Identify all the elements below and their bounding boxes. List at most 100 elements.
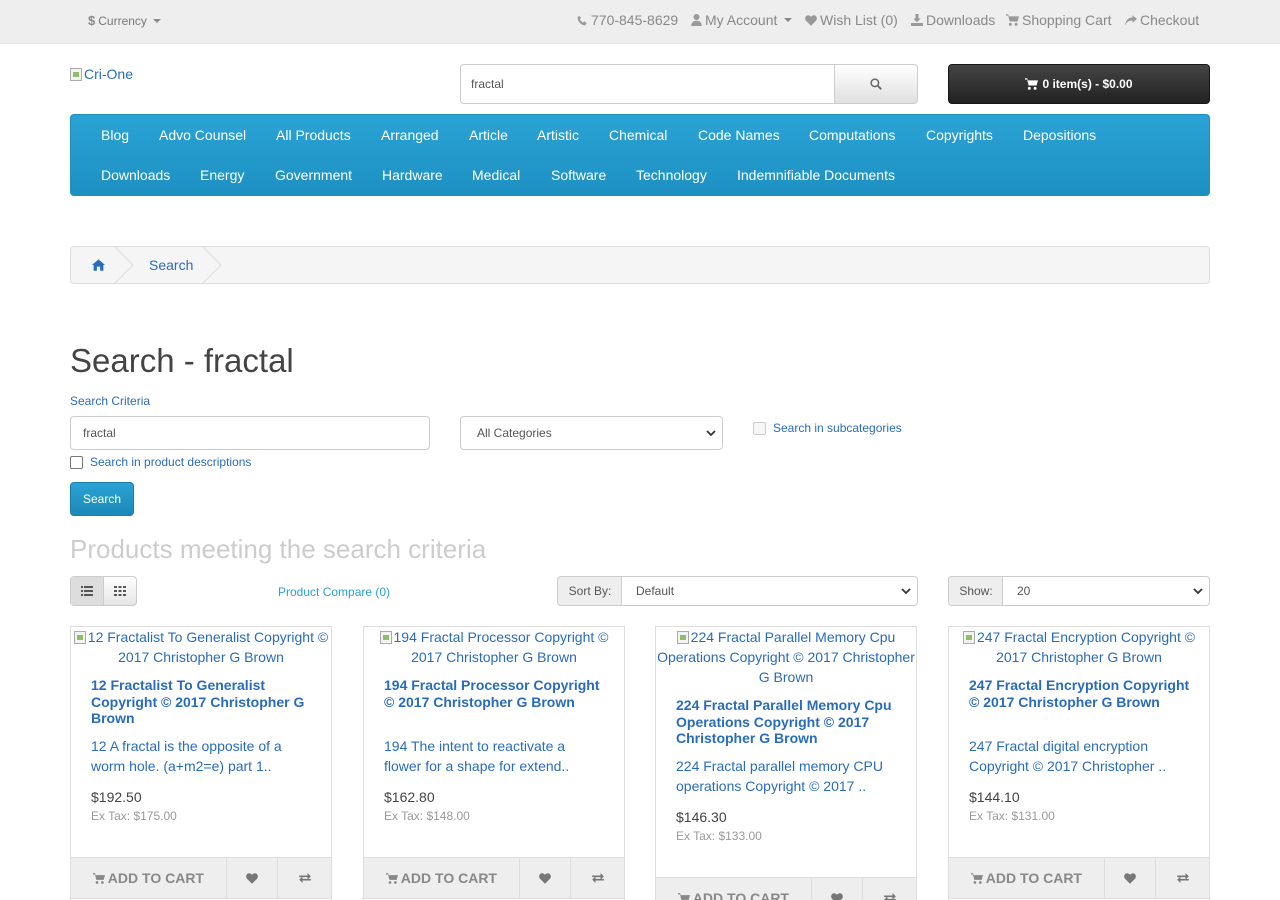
add-to-wishlist-button[interactable] xyxy=(1105,858,1157,898)
cart-icon xyxy=(677,892,690,900)
product-ex-tax: Ex Tax: $131.00 xyxy=(969,809,1055,823)
product-name-link[interactable]: 224 Fractal Parallel Memory Cpu Operatio… xyxy=(676,697,898,747)
product-card: 194 Fractal Processor Copyright © 2017 C… xyxy=(363,626,625,900)
search-criteria-input[interactable] xyxy=(70,416,430,450)
show-select[interactable]: 20 xyxy=(1002,576,1210,606)
menu-item-computations[interactable]: Computations xyxy=(809,127,895,143)
product-card: 247 Fractal Encryption Copyright © 2017 … xyxy=(948,626,1210,900)
exchange-icon xyxy=(1176,873,1189,883)
product-name-link[interactable]: 247 Fractal Encryption Copyright © 2017 … xyxy=(969,677,1191,710)
search-icon xyxy=(870,78,882,90)
menu-item-advo-counsel[interactable]: Advo Counsel xyxy=(159,127,246,143)
broken-image-icon xyxy=(379,631,392,644)
menu-item-artistic[interactable]: Artistic xyxy=(537,127,579,143)
menu-item-article[interactable]: Article xyxy=(469,127,508,143)
cart-summary-button[interactable]: 0 item(s) - $0.00 xyxy=(948,64,1210,104)
product-image-alt: 194 Fractal Processor Copyright © 2017 C… xyxy=(393,629,609,665)
product-image[interactable]: 224 Fractal Parallel Memory Cpu Operatio… xyxy=(656,627,916,687)
phone-link[interactable]: 770-845-8629 xyxy=(577,12,678,28)
add-to-cart-button[interactable]: ADD TO CART xyxy=(949,858,1105,898)
product-ex-tax: Ex Tax: $133.00 xyxy=(676,829,762,843)
cart-icon xyxy=(1025,78,1039,90)
sort-select[interactable]: Default xyxy=(621,576,918,606)
cart-icon xyxy=(385,872,398,884)
product-image-alt: 12 Fractalist To Generalist Copyright © … xyxy=(87,629,329,665)
breadcrumb-search[interactable]: Search xyxy=(149,257,193,273)
logo[interactable]: Cri-One xyxy=(70,66,133,82)
phone-number: 770-845-8629 xyxy=(591,12,679,28)
shopping-cart-link[interactable]: Shopping Cart xyxy=(1006,12,1112,28)
product-price: $162.80 xyxy=(384,789,435,805)
menu-item-depositions[interactable]: Depositions xyxy=(1023,127,1096,143)
header-search-input[interactable] xyxy=(460,64,836,104)
download-icon xyxy=(911,14,923,26)
product-name-link[interactable]: 194 Fractal Processor Copyright © 2017 C… xyxy=(384,677,606,710)
list-icon xyxy=(81,586,93,596)
dollar-icon: $ xyxy=(88,13,96,28)
search-descriptions-checkbox[interactable]: Search in product descriptions xyxy=(70,455,251,469)
checkbox[interactable] xyxy=(70,455,83,469)
search-subcategories-checkbox[interactable]: Search in subcategories xyxy=(753,421,902,435)
search-descriptions-label: Search in product descriptions xyxy=(90,455,252,469)
downloads-link[interactable]: Downloads xyxy=(911,12,995,28)
chevron-down-icon xyxy=(1193,588,1203,595)
list-view-button[interactable] xyxy=(71,577,104,605)
menu-item-hardware[interactable]: Hardware xyxy=(382,167,443,183)
home-icon[interactable] xyxy=(92,259,105,271)
add-to-cart-button[interactable]: ADD TO CART xyxy=(71,858,227,898)
product-actions: ADD TO CART xyxy=(70,857,332,899)
cart-summary-label: 0 item(s) - $0.00 xyxy=(1042,77,1133,91)
menu-item-government[interactable]: Government xyxy=(275,167,352,183)
add-to-wishlist-button[interactable] xyxy=(812,878,864,900)
grid-view-button[interactable] xyxy=(104,577,136,605)
user-icon xyxy=(691,14,702,26)
search-submit-button[interactable]: Search xyxy=(70,482,134,516)
menu-item-code-names[interactable]: Code Names xyxy=(698,127,780,143)
menu-item-downloads[interactable]: Downloads xyxy=(101,167,170,183)
product-description: 194 The intent to reactivate a flower fo… xyxy=(384,738,570,774)
menu-item-all-products[interactable]: All Products xyxy=(276,127,351,143)
currency-dropdown[interactable]: $ Currency xyxy=(88,13,161,28)
menu-item-chemical[interactable]: Chemical xyxy=(609,127,667,143)
heart-icon xyxy=(1124,872,1136,884)
menu-item-software[interactable]: Software xyxy=(551,167,606,183)
exchange-icon xyxy=(883,893,896,900)
product-image[interactable]: 12 Fractalist To Generalist Copyright © … xyxy=(71,627,331,667)
menu-item-blog[interactable]: Blog xyxy=(101,127,129,143)
menu-item-indemnifiable-documents[interactable]: Indemnifiable Documents xyxy=(737,167,895,183)
menu-item-technology[interactable]: Technology xyxy=(636,167,707,183)
top-bar: $ Currency 770-845-8629 My Account Wish … xyxy=(0,0,1280,44)
menu-item-arranged[interactable]: Arranged xyxy=(381,127,439,143)
add-to-cart-button[interactable]: ADD TO CART xyxy=(656,878,812,900)
compare-button[interactable] xyxy=(571,858,624,898)
broken-image-icon xyxy=(676,631,689,644)
add-to-cart-button[interactable]: ADD TO CART xyxy=(364,858,520,898)
my-account-dropdown[interactable]: My Account xyxy=(691,12,793,28)
category-select[interactable]: All Categories xyxy=(460,416,723,450)
menu-item-copyrights[interactable]: Copyrights xyxy=(926,127,993,143)
add-to-wishlist-button[interactable] xyxy=(520,858,572,898)
grid-icon xyxy=(114,586,126,596)
product-compare-link[interactable]: Product Compare (0) xyxy=(278,585,390,599)
caret-down-icon xyxy=(784,18,793,22)
checkbox[interactable] xyxy=(753,421,766,435)
product-image[interactable]: 194 Fractal Processor Copyright © 2017 C… xyxy=(364,627,624,667)
wish-list-label: Wish List (0) xyxy=(820,12,898,28)
menu-item-energy[interactable]: Energy xyxy=(200,167,244,183)
show-select-value: 20 xyxy=(1017,584,1031,598)
product-ex-tax: Ex Tax: $175.00 xyxy=(91,809,177,823)
product-name-link[interactable]: 12 Fractalist To Generalist Copyright © … xyxy=(91,677,313,727)
compare-button[interactable] xyxy=(1156,858,1209,898)
heart-icon xyxy=(805,14,817,26)
header-search-button[interactable] xyxy=(834,64,918,104)
add-to-wishlist-button[interactable] xyxy=(227,858,279,898)
menu-item-medical[interactable]: Medical xyxy=(472,167,520,183)
wish-list-link[interactable]: Wish List (0) xyxy=(805,12,898,28)
compare-button[interactable] xyxy=(863,878,916,900)
compare-button[interactable] xyxy=(278,858,331,898)
share-icon xyxy=(1125,14,1137,26)
checkout-link[interactable]: Checkout xyxy=(1125,12,1199,28)
product-image[interactable]: 247 Fractal Encryption Copyright © 2017 … xyxy=(949,627,1209,667)
chevron-down-icon xyxy=(901,588,911,595)
breadcrumb-separator xyxy=(203,247,222,283)
